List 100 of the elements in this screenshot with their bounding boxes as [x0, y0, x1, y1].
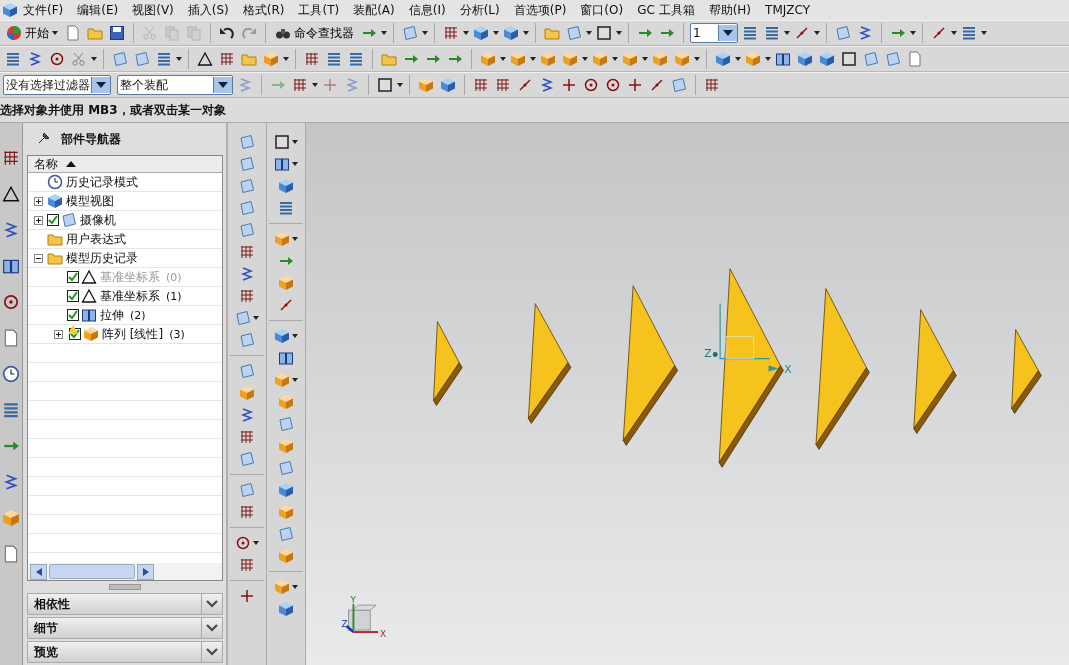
caret-icon[interactable] — [642, 57, 648, 61]
caret-icon[interactable] — [500, 57, 506, 61]
menu-item[interactable]: 分析(L) — [454, 1, 509, 19]
cube-icon[interactable] — [278, 504, 294, 520]
cube-icon[interactable] — [278, 394, 294, 410]
menu-item[interactable]: 插入(S) — [182, 1, 238, 19]
spring-icon[interactable] — [539, 77, 555, 93]
circle-icon[interactable] — [2, 293, 20, 311]
menu-item[interactable]: 窗口(O) — [575, 1, 633, 19]
surface-icon[interactable] — [239, 200, 255, 216]
menu-item[interactable]: 装配(A) — [348, 1, 404, 19]
horizontal-scrollbar[interactable] — [28, 563, 222, 580]
save-icon[interactable] — [109, 25, 125, 41]
caret-icon[interactable] — [253, 541, 259, 545]
square-icon[interactable] — [841, 51, 857, 67]
triangle-icon[interactable] — [197, 51, 213, 67]
line-icon[interactable] — [517, 77, 533, 93]
cube-icon[interactable] — [278, 482, 294, 498]
surface-icon[interactable] — [239, 482, 255, 498]
surface-icon[interactable] — [112, 51, 128, 67]
grid-icon[interactable] — [304, 51, 320, 67]
square-icon[interactable] — [596, 25, 612, 41]
cube-icon[interactable] — [503, 25, 519, 41]
sheet-icon[interactable] — [2, 329, 20, 347]
grid-icon[interactable] — [219, 51, 235, 67]
grid-icon[interactable] — [239, 288, 255, 304]
caret-icon[interactable] — [784, 31, 790, 35]
expand-icon[interactable] — [34, 196, 43, 206]
grid-icon[interactable] — [239, 429, 255, 445]
caret-icon[interactable] — [292, 334, 298, 338]
caret-icon[interactable] — [292, 585, 298, 589]
expand-icon[interactable] — [34, 215, 43, 225]
chevron-icon[interactable] — [206, 600, 218, 608]
cube-icon[interactable] — [418, 77, 434, 93]
tree-item[interactable]: 用户表达式 — [66, 230, 126, 248]
caret-icon[interactable] — [493, 31, 499, 35]
grid-icon[interactable] — [239, 244, 255, 260]
triangular-plate[interactable] — [718, 268, 784, 468]
section-header[interactable]: 预览 — [27, 641, 223, 663]
tree-item[interactable]: 基准坐标系 — [100, 287, 160, 305]
tree-item[interactable]: 模型历史记录 — [66, 249, 138, 267]
triangular-plate[interactable] — [528, 303, 572, 424]
cube-icon[interactable] — [715, 51, 731, 67]
menu-item[interactable]: 首选项(P) — [508, 1, 576, 19]
type-filter-dropdown[interactable]: 没有选择过滤器 — [3, 75, 111, 95]
caret-icon[interactable] — [586, 31, 592, 35]
collapse-icon[interactable] — [34, 253, 43, 263]
caret-icon[interactable] — [292, 140, 298, 144]
stack-icon[interactable] — [326, 51, 342, 67]
grid-icon[interactable] — [473, 77, 489, 93]
spring-icon[interactable] — [27, 51, 43, 67]
surface-icon[interactable] — [239, 134, 255, 150]
plus-icon[interactable] — [627, 77, 643, 93]
cube-icon[interactable] — [278, 601, 294, 617]
sheet-icon[interactable] — [2, 545, 20, 563]
cube-icon[interactable] — [278, 438, 294, 454]
tree-item[interactable]: 拉伸 — [100, 306, 124, 324]
undo-icon[interactable] — [219, 25, 235, 41]
surface-icon[interactable] — [278, 416, 294, 432]
book-icon[interactable] — [274, 156, 290, 172]
cube-icon[interactable] — [2, 509, 20, 527]
square-icon[interactable] — [274, 134, 290, 150]
caret-icon[interactable] — [176, 57, 182, 61]
scope-dropdown[interactable]: 整个装配 — [117, 75, 233, 95]
cube-icon[interactable] — [278, 275, 294, 291]
grid-icon[interactable] — [2, 149, 20, 167]
section-header[interactable]: 相依性 — [27, 593, 223, 615]
stack-icon[interactable] — [2, 401, 20, 419]
surface-icon[interactable] — [239, 451, 255, 467]
stack-icon[interactable] — [348, 51, 364, 67]
expand-icon[interactable] — [54, 329, 63, 339]
caret-icon[interactable] — [612, 57, 618, 61]
section-header[interactable]: 细节 — [27, 617, 223, 639]
surface-icon[interactable] — [239, 156, 255, 172]
cube-icon[interactable] — [819, 51, 835, 67]
surface-icon[interactable] — [239, 222, 255, 238]
caret-icon[interactable] — [312, 83, 318, 87]
chevron-icon[interactable] — [206, 624, 218, 632]
caret-icon[interactable] — [283, 57, 289, 61]
surface-icon[interactable] — [134, 51, 150, 67]
cube-icon[interactable] — [274, 328, 290, 344]
book-icon[interactable] — [2, 257, 20, 275]
caret-icon[interactable] — [381, 31, 387, 35]
menu-item[interactable]: GC 工具箱 — [632, 1, 704, 19]
clock-icon[interactable] — [2, 365, 20, 383]
surface-icon[interactable] — [278, 460, 294, 476]
triangular-plate[interactable] — [1011, 329, 1042, 414]
command-finder-button[interactable]: 命令查找器 — [272, 22, 357, 44]
menu-item[interactable]: 文件(F) — [18, 1, 73, 19]
circle-icon[interactable] — [235, 535, 251, 551]
stack-icon[interactable] — [156, 51, 172, 67]
chevron-icon[interactable] — [206, 648, 218, 656]
surface-icon[interactable] — [863, 51, 879, 67]
line-icon[interactable] — [794, 25, 810, 41]
spring-icon[interactable] — [239, 266, 255, 282]
sheet-icon[interactable] — [65, 25, 81, 41]
menu-item[interactable]: 格式(R) — [237, 1, 294, 19]
cube-icon[interactable] — [2, 2, 18, 18]
circle-icon[interactable] — [583, 77, 599, 93]
caret-icon[interactable] — [422, 31, 428, 35]
